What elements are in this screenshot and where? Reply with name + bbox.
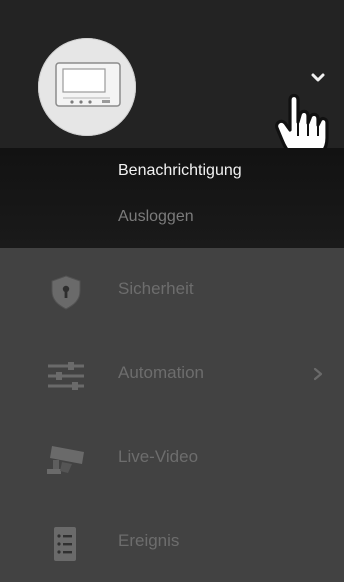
account-submenu: Benachrichtigung Ausloggen: [0, 148, 344, 248]
sidebar-item-automation[interactable]: Automation: [0, 334, 344, 418]
sidebar: Benachrichtigung Ausloggen Sicherheit Au…: [0, 0, 344, 582]
sidebar-header: [0, 0, 344, 160]
sidebar-item-label: Ereignis: [118, 531, 180, 550]
chevron-right-icon: [312, 367, 324, 381]
chevron-down-icon[interactable]: [306, 66, 330, 90]
sidebar-item-live-video[interactable]: Live-Video: [0, 418, 344, 502]
intercom-monitor-icon[interactable]: [38, 38, 136, 136]
event-list-icon: [44, 524, 88, 564]
submenu-item-ausloggen[interactable]: Ausloggen: [118, 208, 194, 226]
sidebar-item-sicherheit[interactable]: Sicherheit: [0, 250, 344, 334]
sidebar-item-ereignis[interactable]: Ereignis: [0, 502, 344, 582]
sliders-icon: [44, 356, 88, 396]
sidebar-item-label: Automation: [118, 363, 204, 382]
submenu-item-benachrichtigung[interactable]: Benachrichtigung: [118, 162, 242, 180]
sidebar-item-label: Sicherheit: [118, 279, 194, 298]
security-camera-icon: [44, 440, 88, 480]
shield-lock-icon: [44, 272, 88, 312]
sidebar-item-label: Live-Video: [118, 447, 199, 466]
